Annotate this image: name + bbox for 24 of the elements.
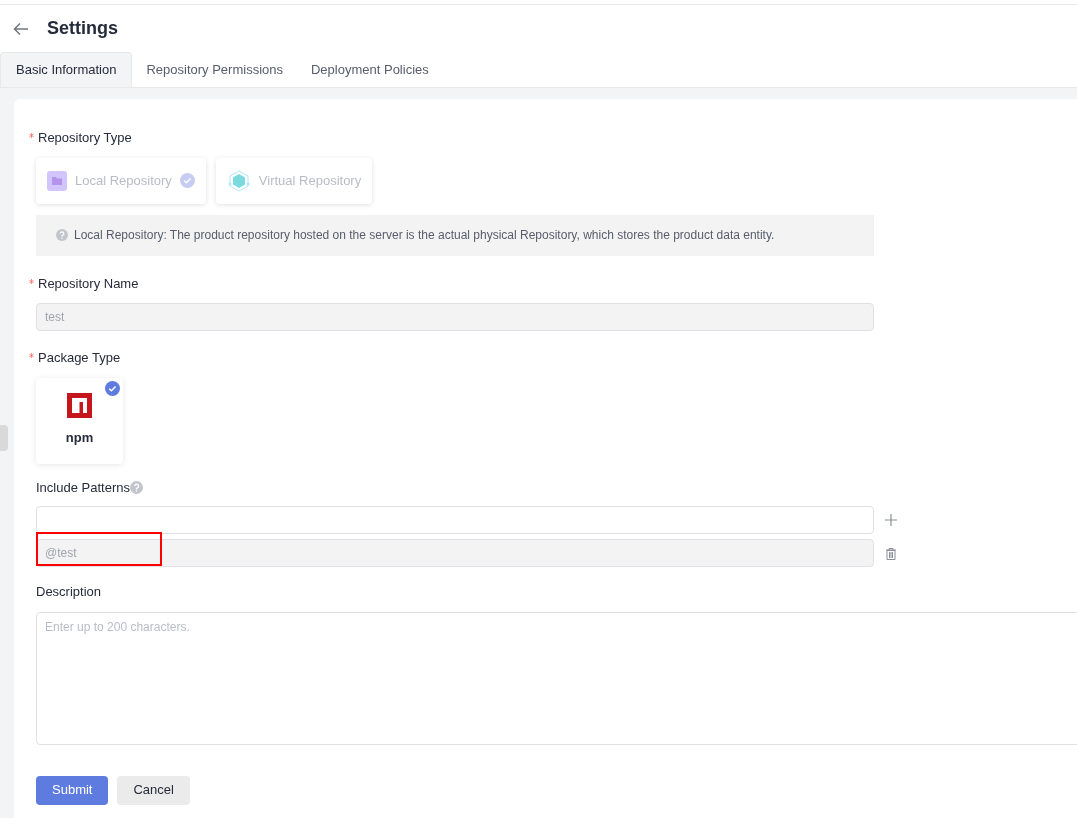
npm-logo-icon [67, 393, 92, 419]
help-icon [129, 480, 143, 494]
add-icon[interactable] [885, 514, 897, 526]
field-label: Description [36, 584, 102, 599]
cancel-button[interactable]: Cancel [117, 775, 190, 805]
back-arrow-icon[interactable] [13, 21, 29, 36]
page-title: Settings [47, 17, 118, 40]
field-label: Repository Type [38, 129, 132, 147]
tab[interactable]: Basic Information [0, 52, 133, 87]
folder-icon [47, 170, 67, 191]
help-icon [56, 229, 68, 241]
field-label: Include Patterns [36, 478, 130, 497]
cube-icon [226, 169, 251, 192]
field-label: Package Type [38, 349, 121, 367]
info-text: Local Repository: The product repository hosted on the server is the actual physical Repository, which stores the product data entity. [74, 227, 775, 244]
submit-button[interactable]: Submit [36, 775, 109, 805]
field-label: Repository Name [38, 274, 139, 293]
tab[interactable]: Deployment Policies [297, 52, 443, 87]
tab[interactable]: Repository Permissions [132, 52, 297, 87]
pattern-input[interactable] [36, 506, 874, 534]
description-textarea[interactable]: Enter up to 200 characters. [36, 611, 1077, 745]
collapse-handle[interactable] [0, 425, 8, 451]
trash-icon[interactable] [885, 546, 897, 560]
package-type-card[interactable]: npm [36, 377, 123, 464]
